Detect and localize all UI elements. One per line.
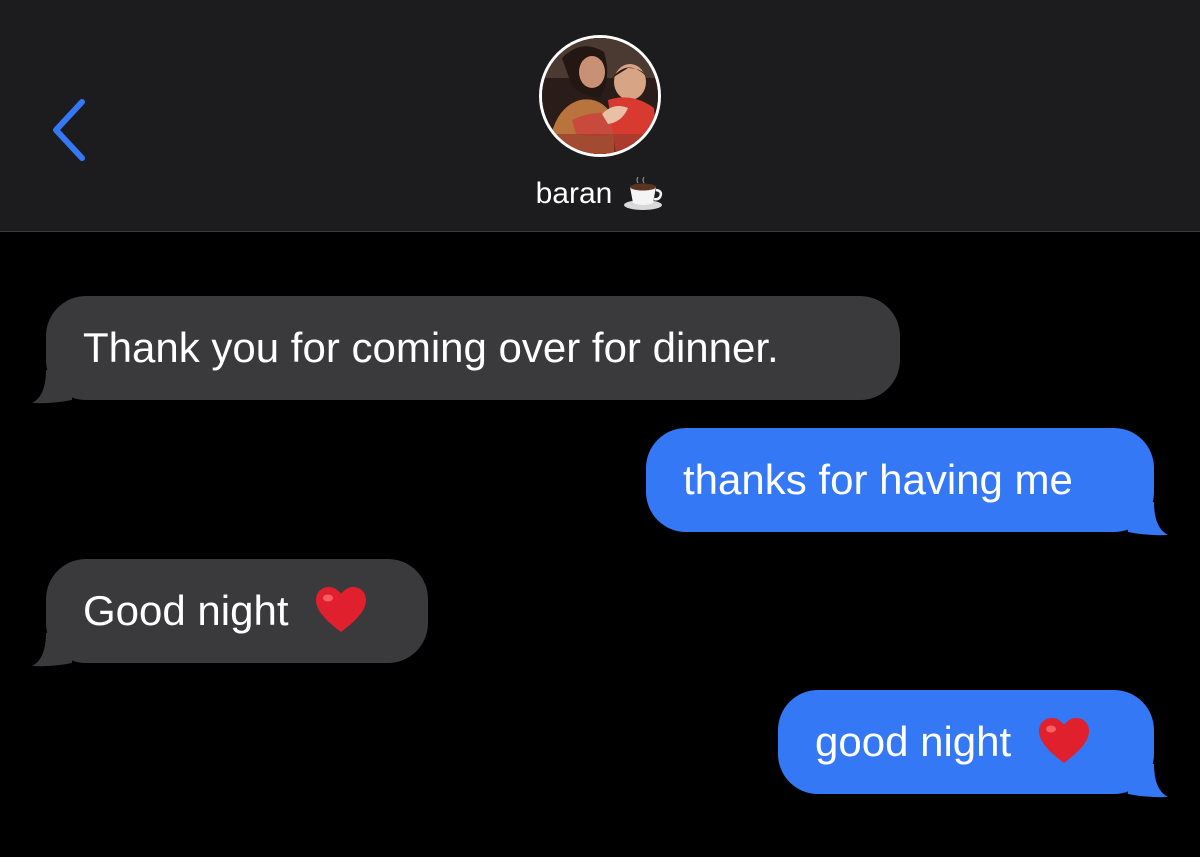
contact-name[interactable]: baran (0, 176, 1200, 212)
contact-avatar[interactable] (539, 35, 661, 157)
message-text: Good night (83, 587, 289, 634)
conversation-header: baran (0, 0, 1200, 232)
bubble-tail (1128, 764, 1168, 798)
message-text: Thank you for coming over for dinner. (83, 324, 779, 371)
red-heart-icon (316, 586, 367, 632)
received-message[interactable]: Thank you for coming over for dinner. (32, 296, 900, 404)
bubble-tail (32, 633, 72, 667)
red-heart-icon (1038, 717, 1089, 763)
sent-message[interactable]: thanks for having me (646, 428, 1168, 536)
chevron-left-icon (53, 99, 85, 161)
received-message[interactable]: Good night (32, 559, 428, 667)
avatar-photo (542, 38, 658, 154)
message-list[interactable]: Thank you for coming over for dinner. th… (0, 232, 1200, 857)
contact-name-text: baran (535, 177, 613, 210)
message-text: good night (815, 718, 1012, 765)
message-text: thanks for having me (683, 456, 1073, 503)
back-button[interactable] (40, 90, 100, 170)
bubble-tail (32, 370, 72, 404)
bubble-tail (1128, 502, 1168, 536)
coffee-cup-icon (624, 177, 663, 210)
sent-message[interactable]: good night (778, 690, 1168, 798)
